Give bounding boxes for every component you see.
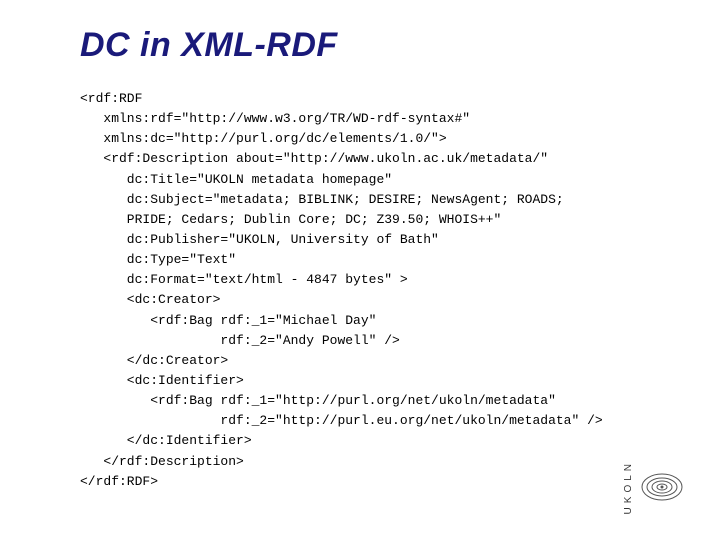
code-block: <rdf:RDF xmlns:rdf="http://www.w3.org/TR… bbox=[80, 89, 660, 492]
slide-title: DC in XML-RDF bbox=[80, 26, 660, 65]
slide: DC in XML-RDF <rdf:RDF xmlns:rdf="http:/… bbox=[0, 0, 720, 540]
eye-icon bbox=[640, 470, 684, 504]
ukoln-logo: UKOLN bbox=[623, 460, 684, 514]
logo-text: UKOLN bbox=[623, 460, 634, 514]
